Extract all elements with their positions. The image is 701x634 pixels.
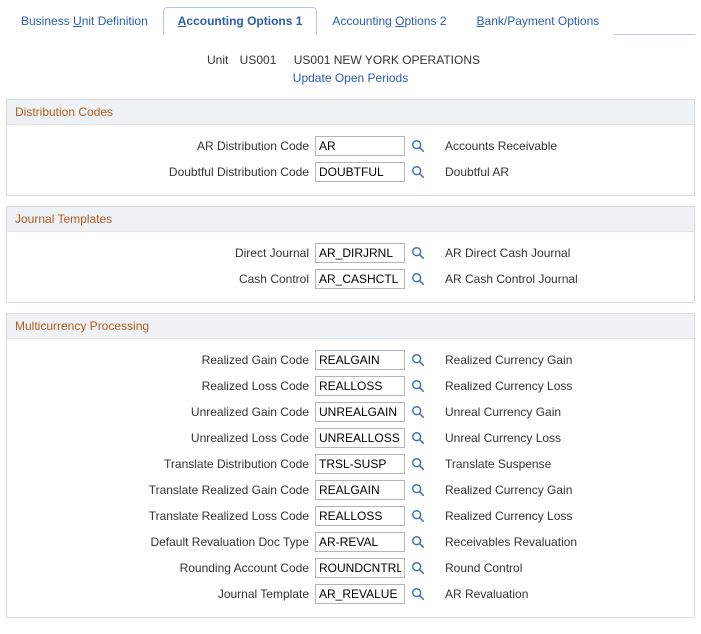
field-description: Translate Suspense bbox=[445, 457, 551, 471]
tab-accounting-options-2[interactable]: Accounting Options 2 bbox=[317, 7, 461, 35]
field-input[interactable] bbox=[315, 376, 405, 396]
field-label: Default Revaluation Doc Type bbox=[15, 535, 315, 549]
lookup-icon[interactable] bbox=[409, 559, 427, 577]
lookup-icon[interactable] bbox=[409, 403, 427, 421]
field-label: AR Distribution Code bbox=[15, 139, 315, 153]
lookup-icon[interactable] bbox=[409, 351, 427, 369]
section-title-journal-templates: Journal Templates bbox=[7, 207, 694, 232]
field-label: Translate Realized Loss Code bbox=[15, 509, 315, 523]
field-description: Realized Currency Gain bbox=[445, 483, 572, 497]
section-journal-templates: Journal Templates Direct Journal AR Direc… bbox=[6, 206, 695, 303]
section-distribution-codes: Distribution Codes AR Distribution CodeA… bbox=[6, 99, 695, 196]
field-row: Unrealized Gain Code Unreal Currency Gain bbox=[7, 399, 694, 425]
field-description: Doubtful AR bbox=[445, 165, 509, 179]
field-row: Doubtful Distribution Code Doubtful AR bbox=[7, 159, 694, 185]
field-label: Realized Gain Code bbox=[15, 353, 315, 367]
field-row: Cash Control AR Cash Control Journal bbox=[7, 266, 694, 292]
lookup-icon[interactable] bbox=[409, 507, 427, 525]
field-row: Realized Gain Code Realized Currency Gain bbox=[7, 347, 694, 373]
field-label: Translate Realized Gain Code bbox=[15, 483, 315, 497]
field-description: Receivables Revaluation bbox=[445, 535, 577, 549]
lookup-icon[interactable] bbox=[409, 429, 427, 447]
field-label: Unrealized Loss Code bbox=[15, 431, 315, 445]
field-row: Translate Distribution Code Translate Sus… bbox=[7, 451, 694, 477]
section-multicurrency-processing: Multicurrency Processing Realized Gain C… bbox=[6, 313, 695, 618]
field-label: Journal Template bbox=[15, 587, 315, 601]
field-input[interactable] bbox=[315, 454, 405, 474]
field-description: Unreal Currency Gain bbox=[445, 405, 561, 419]
unit-header: Unit US001 US001 NEW YORK OPERATIONS bbox=[6, 53, 695, 67]
field-label: Realized Loss Code bbox=[15, 379, 315, 393]
field-input[interactable] bbox=[315, 584, 405, 604]
field-input[interactable] bbox=[315, 243, 405, 263]
field-description: AR Direct Cash Journal bbox=[445, 246, 570, 260]
field-description: Round Control bbox=[445, 561, 522, 575]
field-row: Translate Realized Loss Code Realized Cur… bbox=[7, 503, 694, 529]
field-row: Realized Loss Code Realized Currency Loss bbox=[7, 373, 694, 399]
field-description: Realized Currency Gain bbox=[445, 353, 572, 367]
lookup-icon[interactable] bbox=[409, 137, 427, 155]
field-input[interactable] bbox=[315, 558, 405, 578]
lookup-icon[interactable] bbox=[409, 377, 427, 395]
lookup-icon[interactable] bbox=[409, 270, 427, 288]
field-row: Translate Realized Gain Code Realized Cur… bbox=[7, 477, 694, 503]
tab-bank-payment-options[interactable]: Bank/Payment Options bbox=[462, 7, 615, 35]
field-description: Unreal Currency Loss bbox=[445, 431, 561, 445]
lookup-icon[interactable] bbox=[409, 481, 427, 499]
tab-bar: Business Unit Definition Accounting Opti… bbox=[6, 6, 695, 35]
field-input[interactable] bbox=[315, 162, 405, 182]
unit-name: US001 NEW YORK OPERATIONS bbox=[294, 53, 480, 67]
field-label: Translate Distribution Code bbox=[15, 457, 315, 471]
field-input[interactable] bbox=[315, 480, 405, 500]
unit-code: US001 bbox=[240, 53, 277, 67]
field-input[interactable] bbox=[315, 532, 405, 552]
field-label: Rounding Account Code bbox=[15, 561, 315, 575]
field-row: Journal Template AR Revaluation bbox=[7, 581, 694, 607]
update-open-periods-link[interactable]: Update Open Periods bbox=[293, 71, 408, 85]
field-description: Realized Currency Loss bbox=[445, 379, 572, 393]
lookup-icon[interactable] bbox=[409, 163, 427, 181]
field-row: Direct Journal AR Direct Cash Journal bbox=[7, 240, 694, 266]
field-description: Accounts Receivable bbox=[445, 139, 557, 153]
lookup-icon[interactable] bbox=[409, 533, 427, 551]
tab-accounting-options-1[interactable]: Accounting Options 1 bbox=[163, 7, 318, 35]
field-input[interactable] bbox=[315, 136, 405, 156]
field-label: Doubtful Distribution Code bbox=[15, 165, 315, 179]
lookup-icon[interactable] bbox=[409, 244, 427, 262]
section-title-multicurrency: Multicurrency Processing bbox=[7, 314, 694, 339]
field-label: Direct Journal bbox=[15, 246, 315, 260]
lookup-icon[interactable] bbox=[409, 585, 427, 603]
field-row: Unrealized Loss Code Unreal Currency Loss bbox=[7, 425, 694, 451]
field-label: Cash Control bbox=[15, 272, 315, 286]
field-input[interactable] bbox=[315, 350, 405, 370]
tab-business-unit-definition[interactable]: Business Unit Definition bbox=[6, 7, 163, 35]
field-label: Unrealized Gain Code bbox=[15, 405, 315, 419]
field-input[interactable] bbox=[315, 402, 405, 422]
unit-label: Unit bbox=[207, 53, 228, 67]
field-input[interactable] bbox=[315, 506, 405, 526]
field-description: AR Cash Control Journal bbox=[445, 272, 578, 286]
field-row: Rounding Account Code Round Control bbox=[7, 555, 694, 581]
field-row: Default Revaluation Doc Type Receivables … bbox=[7, 529, 694, 555]
field-description: Realized Currency Loss bbox=[445, 509, 572, 523]
section-title-distribution-codes: Distribution Codes bbox=[7, 100, 694, 125]
field-input[interactable] bbox=[315, 428, 405, 448]
field-input[interactable] bbox=[315, 269, 405, 289]
field-row: AR Distribution Code Accounts Receivable bbox=[7, 133, 694, 159]
field-description: AR Revaluation bbox=[445, 587, 528, 601]
lookup-icon[interactable] bbox=[409, 455, 427, 473]
